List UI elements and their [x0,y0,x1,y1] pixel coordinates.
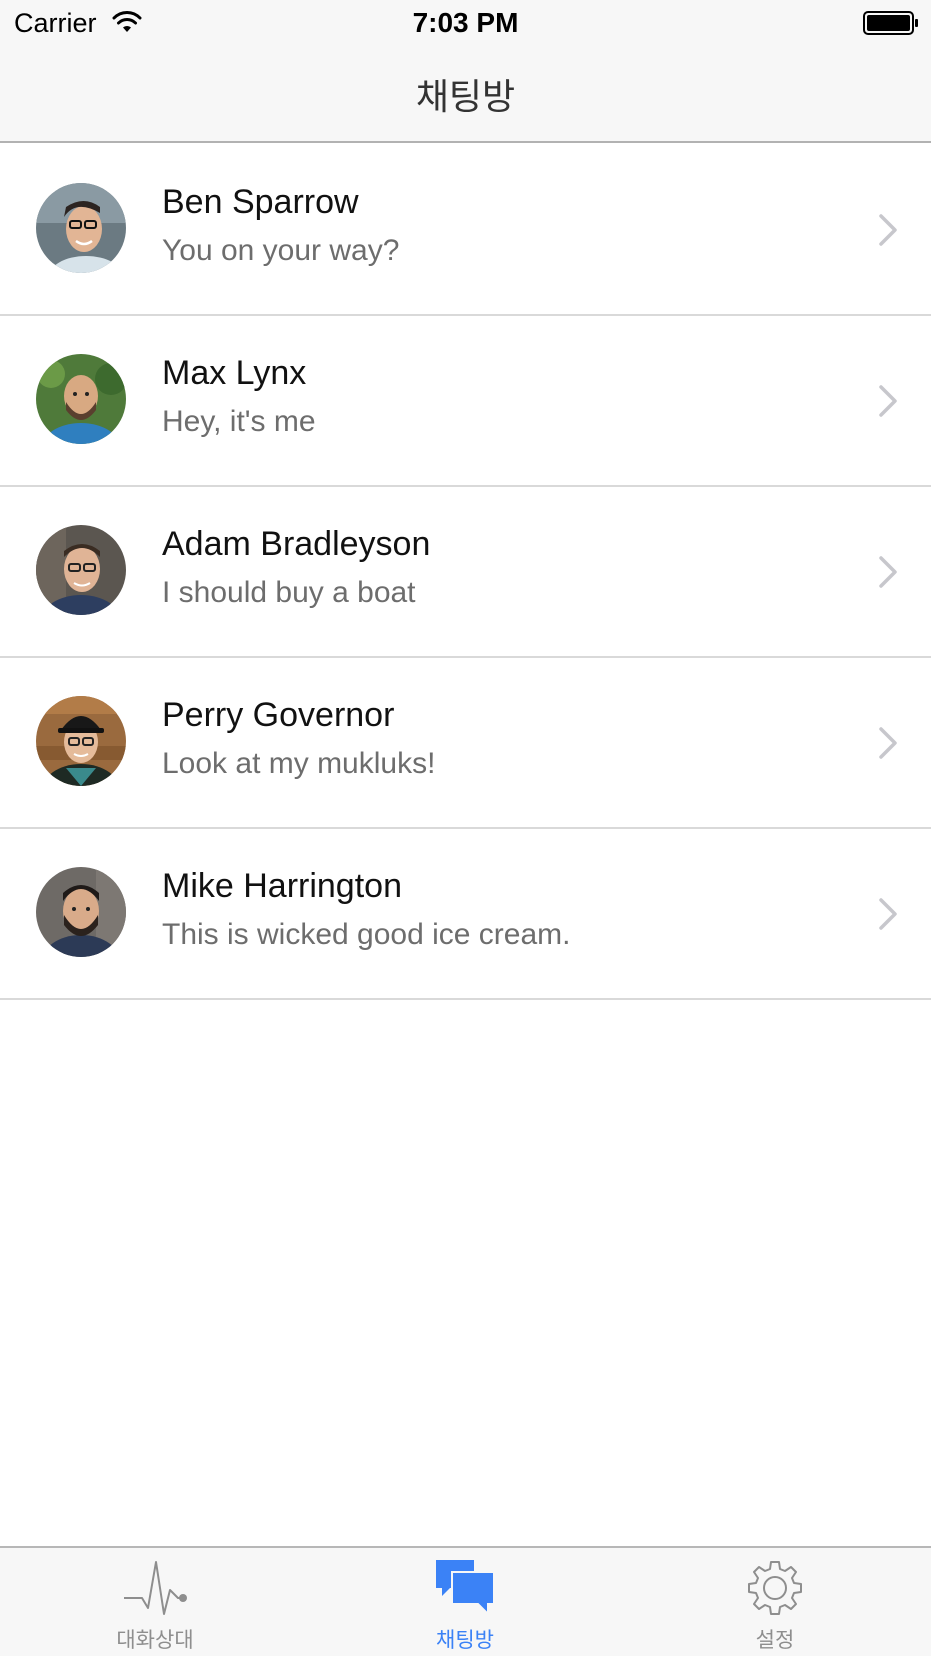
status-bar: Carrier 7:03 PM [0,0,931,46]
chevron-right-icon [879,898,897,930]
chat-preview: Look at my mukluks! [162,747,436,780]
chat-row[interactable]: Max Lynx Hey, it's me [0,316,931,487]
avatar [36,525,126,615]
chat-bubbles-icon [436,1560,495,1617]
chat-name: Adam Bradleyson [162,525,431,563]
avatar [36,183,126,273]
chat-name: Perry Governor [162,696,395,734]
chat-row[interactable]: Mike Harrington This is wicked good ice … [0,829,931,1000]
chat-name: Mike Harrington [162,867,402,905]
chevron-right-icon [879,385,897,417]
status-time: 7:03 PM [412,7,519,38]
avatar [36,696,126,786]
tab-label: 설정 [755,1628,795,1652]
chat-row[interactable]: Ben Sparrow You on your way? [0,145,931,316]
page-title: 채팅방 [415,77,516,118]
tab-bar: 대화상대 채팅방 설정 [0,1546,931,1656]
pulse-icon [124,1561,187,1615]
chevron-right-icon [879,214,897,246]
gear-icon [748,1561,802,1615]
chat-name: Max Lynx [162,354,307,392]
chat-preview: This is wicked good ice cream. [162,918,571,951]
chat-preview: You on your way? [162,234,400,267]
chat-row[interactable]: Adam Bradleyson I should buy a boat [0,487,931,658]
tab-chats[interactable]: 채팅방 [310,1548,620,1656]
chevron-right-icon [879,727,897,759]
tab-label: 대화상대 [116,1628,194,1652]
battery-icon [863,11,918,35]
tab-label: 채팅방 [436,1628,494,1652]
screen: Carrier 7:03 PM 채팅방 Ben Sparrow You on y… [0,0,931,1656]
tab-settings[interactable]: 설정 [620,1548,930,1656]
chevron-right-icon [879,556,897,588]
navigation-bar: 채팅방 [0,46,931,143]
avatar [36,867,126,957]
chat-row[interactable]: Perry Governor Look at my mukluks! [0,658,931,829]
avatar [36,354,126,444]
chat-name: Ben Sparrow [162,183,359,221]
chat-preview: I should buy a boat [162,576,416,609]
tab-contacts[interactable]: 대화상대 [0,1548,310,1656]
chat-preview: Hey, it's me [162,405,316,438]
chat-list: Ben Sparrow You on your way? Max Lynx He… [0,145,931,1000]
